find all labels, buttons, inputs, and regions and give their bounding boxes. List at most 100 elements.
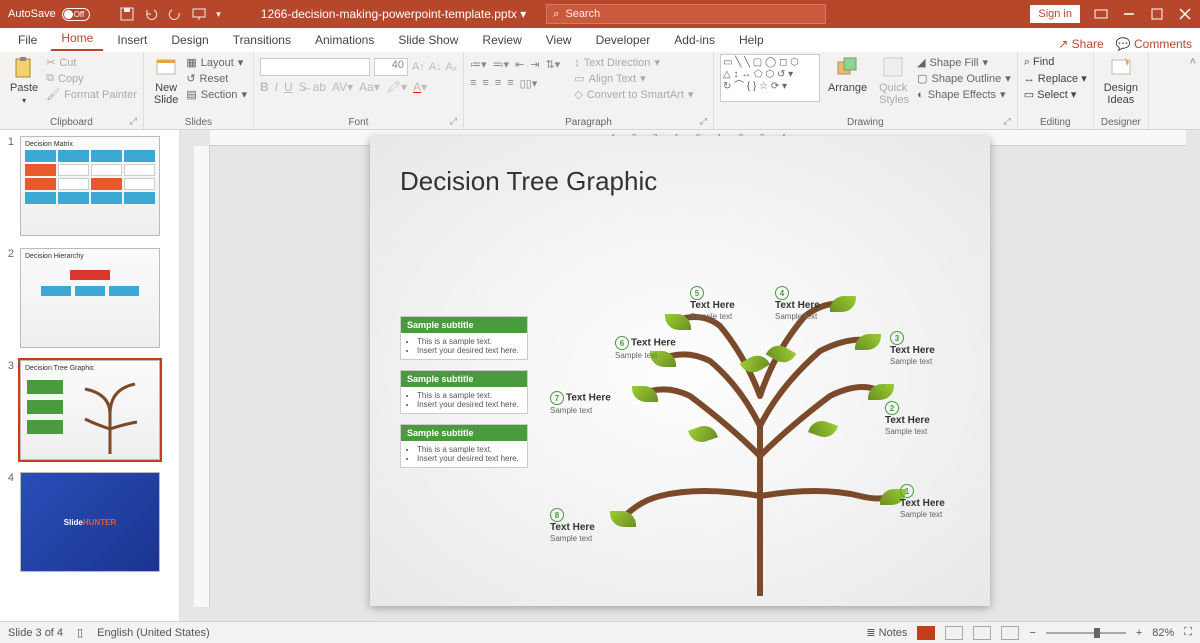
save-icon[interactable] <box>120 7 134 21</box>
quick-styles-button[interactable]: Quick Styles <box>875 54 913 108</box>
italic-button[interactable]: I <box>275 80 278 94</box>
convert-smartart-button[interactable]: ◇Convert to SmartArt ▾ <box>574 88 693 101</box>
case-button[interactable]: Aa▾ <box>359 80 380 94</box>
ribbon-options-icon[interactable] <box>1094 7 1108 21</box>
tab-view[interactable]: View <box>536 29 582 51</box>
tab-developer[interactable]: Developer <box>586 29 661 51</box>
cut-button[interactable]: ✂Cut <box>46 56 76 69</box>
autosave-toggle[interactable]: AutoSave Off <box>8 8 106 21</box>
slide-counter[interactable]: Slide 3 of 4 <box>8 627 63 639</box>
accessibility-icon[interactable]: ▯ <box>77 626 83 639</box>
share-button[interactable]: ↗ Share <box>1058 37 1103 51</box>
slideshow-icon[interactable] <box>192 7 206 21</box>
tab-animations[interactable]: Animations <box>305 29 384 51</box>
bullets-icon[interactable]: ≔▾ <box>470 58 487 71</box>
qat-more-icon[interactable]: ▾ <box>216 9 221 20</box>
subtitle-card-2[interactable]: Sample subtitle This is a sample text.In… <box>400 370 528 414</box>
select-button[interactable]: ▭ Select ▾ <box>1024 88 1087 101</box>
search-box[interactable]: ⌕ Search <box>546 4 826 24</box>
thumbnail-2[interactable]: Decision Hierarchy <box>20 248 160 348</box>
subtitle-card-3[interactable]: Sample subtitle This is a sample text.In… <box>400 424 528 468</box>
tab-design[interactable]: Design <box>161 29 218 51</box>
grow-font-icon[interactable]: A↑ <box>412 61 425 73</box>
zoom-out-icon[interactable]: − <box>1029 627 1035 639</box>
sorter-view-icon[interactable] <box>945 626 963 640</box>
slide-canvas[interactable]: Decision Tree Graphic Sample subtitle Th… <box>370 136 990 606</box>
find-button[interactable]: ⌕ Find <box>1024 56 1087 69</box>
clipboard-dialog-icon[interactable]: ⤢ <box>130 116 137 127</box>
zoom-level[interactable]: 82% <box>1152 627 1174 639</box>
shrink-font-icon[interactable]: A↓ <box>429 61 442 73</box>
copy-button[interactable]: ⧉Copy <box>46 72 84 85</box>
layout-button[interactable]: ▦Layout ▾ <box>186 56 243 69</box>
format-painter-button[interactable]: 🖌Format Painter <box>46 88 137 101</box>
tab-slideshow[interactable]: Slide Show <box>388 29 468 51</box>
tab-review[interactable]: Review <box>472 29 531 51</box>
tree-node-1[interactable]: 1Text HereSample text <box>900 484 945 519</box>
thumbnail-1[interactable]: Decision Matrix <box>20 136 160 236</box>
paste-button[interactable]: Paste ▾ <box>6 54 42 107</box>
align-text-button[interactable]: ▭Align Text ▾ <box>574 72 645 85</box>
paragraph-dialog-icon[interactable]: ⤢ <box>700 116 707 127</box>
section-button[interactable]: ▤Section ▾ <box>186 88 247 101</box>
font-family-select[interactable] <box>260 58 370 76</box>
tree-node-6[interactable]: 6Text HereSample text <box>615 336 676 360</box>
line-spacing-icon[interactable]: ⇅▾ <box>545 58 560 71</box>
tab-insert[interactable]: Insert <box>107 29 157 51</box>
minimize-icon[interactable] <box>1122 7 1136 21</box>
document-title[interactable]: 1266-decision-making-powerpoint-template… <box>261 7 527 21</box>
language-button[interactable]: English (United States) <box>97 627 210 639</box>
font-color-button[interactable]: A▾ <box>413 80 427 94</box>
redo-icon[interactable] <box>168 7 182 21</box>
comments-button[interactable]: 💬 Comments <box>1116 37 1192 51</box>
maximize-icon[interactable] <box>1150 7 1164 21</box>
indent-inc-icon[interactable]: ⇥ <box>530 58 539 71</box>
slide-title[interactable]: Decision Tree Graphic <box>400 166 960 197</box>
zoom-in-icon[interactable]: + <box>1136 627 1142 639</box>
drawing-dialog-icon[interactable]: ⤢ <box>1004 116 1011 127</box>
thumbnail-3[interactable]: Decision Tree Graphic <box>20 360 160 460</box>
align-center-icon[interactable]: ≡ <box>482 77 488 90</box>
underline-button[interactable]: U <box>284 80 293 94</box>
tree-node-4[interactable]: 4Text HereSample text <box>775 286 820 321</box>
tree-node-8[interactable]: 8Text HereSample text <box>550 508 595 543</box>
zoom-slider[interactable] <box>1046 632 1126 634</box>
tab-addins[interactable]: Add-ins <box>664 29 725 51</box>
thumbnail-4[interactable]: SlideHUNTER <box>20 472 160 572</box>
tab-home[interactable]: Home <box>51 27 103 51</box>
shape-fill-button[interactable]: ◢Shape Fill ▾ <box>917 56 988 69</box>
columns-icon[interactable]: ▯▯▾ <box>520 77 538 90</box>
font-size-select[interactable]: 40 <box>374 58 408 76</box>
text-direction-button[interactable]: ↕Text Direction ▾ <box>574 56 660 69</box>
undo-icon[interactable] <box>144 7 158 21</box>
collapse-ribbon-icon[interactable]: ˄ <box>1186 52 1200 129</box>
sign-in-button[interactable]: Sign in <box>1030 5 1080 23</box>
reading-view-icon[interactable] <box>973 626 991 640</box>
slide-editor[interactable]: · · 4 · · · 3 · · · 2 · · · 1 · · · 0 · … <box>180 130 1200 621</box>
close-icon[interactable] <box>1178 7 1192 21</box>
shapes-gallery[interactable]: ▭ ╲ ╲ ▢ ◯ ◻ ⬡△ ↕ ↔ ⬠ ⬡ ↺ ▾↻ ⌒ { } ☆ ⟳ ▾ <box>720 54 820 102</box>
design-ideas-button[interactable]: Design Ideas <box>1100 54 1142 108</box>
tab-help[interactable]: Help <box>729 29 774 51</box>
tree-node-7[interactable]: 7Text HereSample text <box>550 391 611 415</box>
bold-button[interactable]: B <box>260 80 269 94</box>
tree-node-5[interactable]: 5Text HereSample text <box>690 286 735 321</box>
tree-node-3[interactable]: 3Text HereSample text <box>890 331 935 366</box>
strike-button[interactable]: S̶ <box>299 80 307 94</box>
notes-button[interactable]: ≣ Notes <box>866 626 907 639</box>
clear-format-icon[interactable]: Aₓ <box>446 61 457 73</box>
subtitle-card-1[interactable]: Sample subtitle This is a sample text.In… <box>400 316 528 360</box>
highlight-button[interactable]: 🖍▾ <box>386 80 407 94</box>
normal-view-icon[interactable] <box>917 626 935 640</box>
align-left-icon[interactable]: ≡ <box>470 77 476 90</box>
tab-transitions[interactable]: Transitions <box>223 29 301 51</box>
shadow-button[interactable]: ab <box>313 80 326 94</box>
spacing-button[interactable]: AV▾ <box>332 80 353 94</box>
arrange-button[interactable]: Arrange <box>824 54 871 96</box>
new-slide-button[interactable]: New Slide <box>150 54 182 108</box>
tab-file[interactable]: File <box>8 29 47 51</box>
slide-thumbnails[interactable]: 1 Decision Matrix 2 Decision Hierarchy 3… <box>0 130 180 621</box>
font-dialog-icon[interactable]: ⤢ <box>450 116 457 127</box>
replace-button[interactable]: ↔ Replace ▾ <box>1024 72 1087 85</box>
shape-effects-button[interactable]: ◐Shape Effects ▾ <box>917 88 1005 101</box>
